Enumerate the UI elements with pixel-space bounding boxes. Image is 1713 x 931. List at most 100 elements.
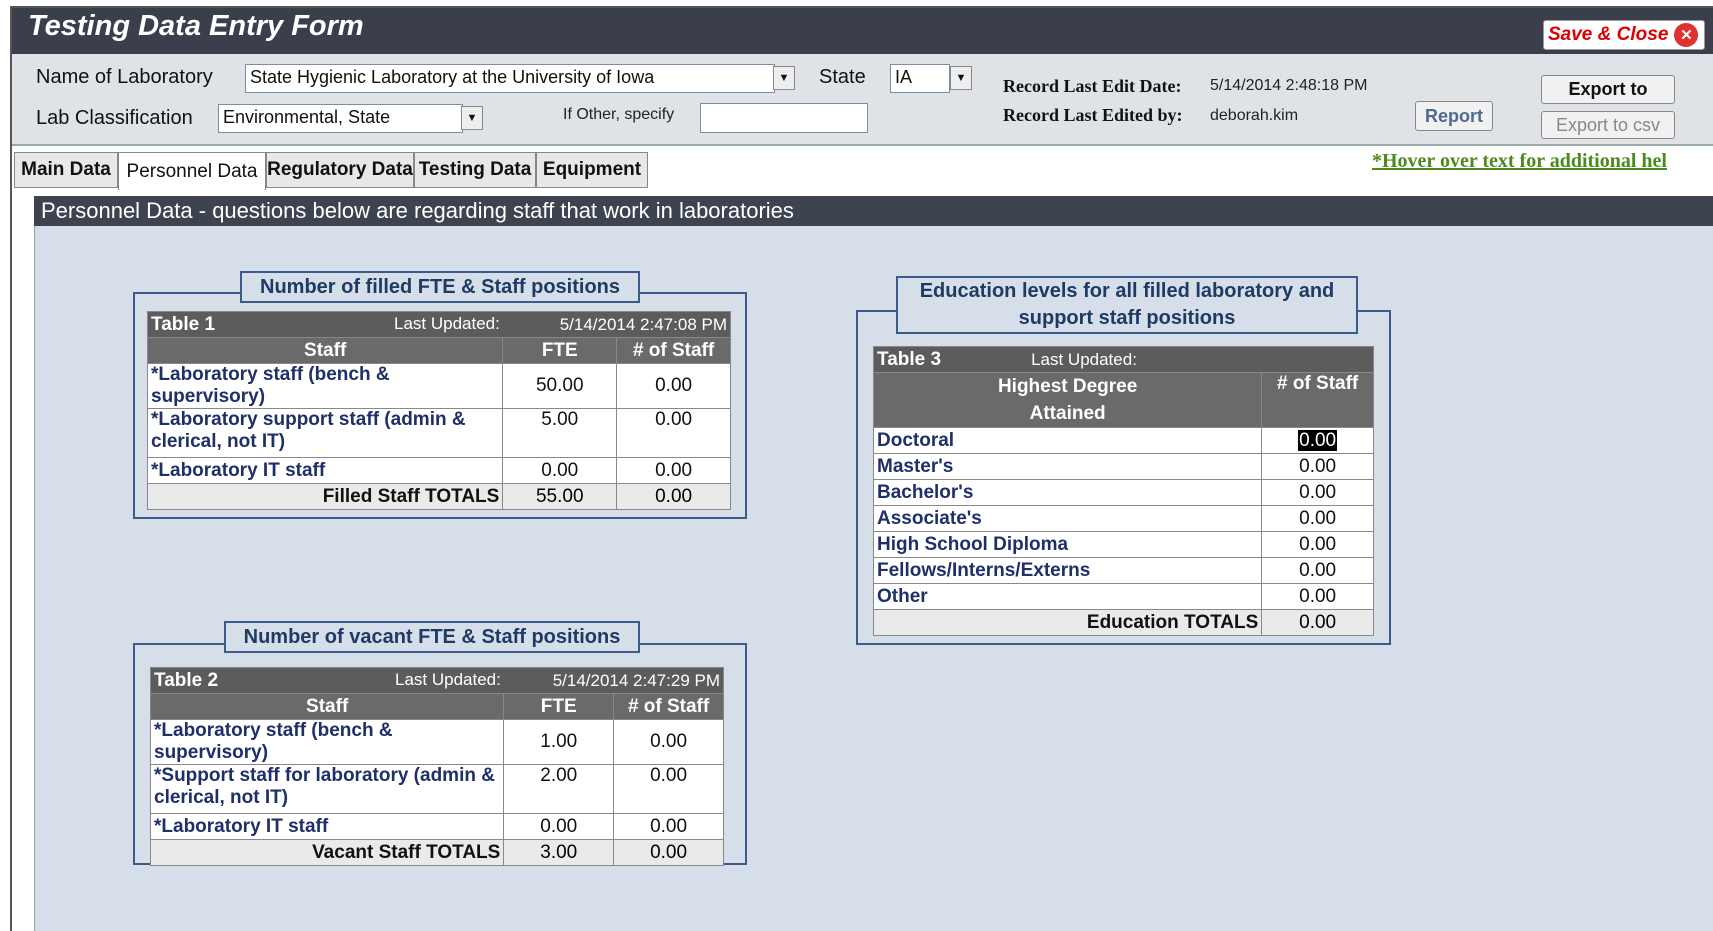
table-row: Doctoral 0.00 [872, 427, 1374, 454]
lab-class-label: Lab Classification [36, 107, 193, 129]
fte-cell[interactable]: 50.00 [502, 363, 618, 409]
table3: Table 3 Last Updated: Highest Degree Attai… [872, 346, 1374, 636]
table-row: *Laboratory IT staff 0.00 0.00 [149, 813, 724, 840]
table3-col-degree-line1: Highest Degree [997, 376, 1138, 397]
table2-title-row: Table 2 Last Updated: 5/14/2014 2:47:29 P… [149, 667, 724, 694]
table2-name: Table 2 [154, 669, 219, 691]
table2-last-updated-label: Last Updated: [394, 669, 501, 689]
tab-regulatory-data[interactable]: Regulatory Data [266, 152, 414, 188]
selected-value: 0.00 [1298, 429, 1338, 451]
lab-name-dropdown-icon[interactable]: ▼ [773, 66, 795, 90]
table-row: Other 0.00 [872, 583, 1374, 610]
count-cell[interactable]: 0.00 [613, 764, 724, 814]
state-label: State [819, 66, 866, 88]
count-cell[interactable]: 0.00 [1261, 557, 1374, 584]
table1-col-count: # of Staff [616, 337, 731, 364]
lab-name-combo[interactable]: State Hygienic Laboratory at the Univers… [245, 64, 775, 93]
lab-class-dropdown-icon[interactable]: ▼ [461, 106, 483, 130]
table1-title-row: Table 1 Last Updated: 5/14/2014 2:47:08 P… [146, 311, 731, 338]
table2-col-fte: FTE [503, 693, 615, 720]
table1-name: Table 1 [151, 313, 216, 335]
table3-group-title: Education levels for all filled laborato… [896, 276, 1358, 334]
table2: Table 2 Last Updated: 5/14/2014 2:47:29 P… [149, 667, 724, 866]
tab-main-data[interactable]: Main Data [14, 152, 118, 188]
fte-cell[interactable]: 5.00 [502, 408, 618, 458]
if-other-label: If Other, specify [563, 106, 675, 123]
total-count: 0.00 [616, 483, 731, 510]
table3-group-title-line2: support staff positions [1018, 307, 1236, 329]
fte-cell[interactable]: 0.00 [502, 457, 618, 484]
table-row: *Laboratory staff (bench & supervisory) … [149, 719, 724, 765]
fte-cell[interactable]: 1.00 [503, 719, 615, 765]
row-label: High School Diploma [872, 531, 1263, 558]
row-label: *Support staff for laboratory (admin & c… [149, 764, 505, 814]
row-label: *Laboratory staff (bench & supervisory) [146, 363, 504, 409]
count-cell[interactable]: 0.00 [616, 408, 731, 458]
state-dropdown-icon[interactable]: ▼ [950, 66, 972, 90]
form-title: Testing Data Entry Form [28, 10, 364, 42]
report-button[interactable]: Report [1415, 101, 1493, 131]
table3-total-row: Education TOTALS 0.00 [872, 609, 1374, 636]
table-row: Fellows/Interns/Externs 0.00 [872, 557, 1374, 584]
table3-col-degree: Highest Degree Attained [872, 372, 1263, 428]
table1: Table 1 Last Updated: 5/14/2014 2:47:08 P… [146, 311, 731, 510]
count-cell[interactable]: 0.00 [1261, 505, 1374, 532]
row-label: Bachelor's [872, 479, 1263, 506]
table1-last-updated-value: 5/14/2014 2:47:08 PM [502, 311, 731, 338]
lab-class-combo[interactable]: Environmental, State [218, 104, 463, 133]
row-label: *Laboratory staff (bench & supervisory) [149, 719, 505, 765]
count-cell[interactable]: 0.00 [1261, 531, 1374, 558]
last-edited-by-label: Record Last Edited by: [1003, 105, 1183, 125]
row-label: Other [872, 583, 1263, 610]
row-label: *Laboratory IT staff [146, 457, 504, 484]
row-label: Fellows/Interns/Externs [872, 557, 1263, 584]
table-row: *Laboratory staff (bench & supervisory) … [146, 363, 731, 409]
table2-total-row: Vacant Staff TOTALS 3.00 0.00 [149, 839, 724, 866]
save-close-button[interactable]: Save & Close ✕ [1543, 20, 1705, 50]
total-fte: 55.00 [502, 483, 618, 510]
count-cell[interactable]: 0.00 [613, 813, 724, 840]
export-to-button[interactable]: Export to [1541, 75, 1675, 104]
tab-equipment[interactable]: Equipment [536, 152, 648, 188]
if-other-input[interactable] [700, 103, 868, 133]
row-label: Master's [872, 453, 1263, 480]
save-close-label: Save & Close [1548, 24, 1669, 45]
close-icon: ✕ [1674, 23, 1699, 47]
count-cell[interactable]: 0.00 [1261, 479, 1374, 506]
table1-total-row: Filled Staff TOTALS 55.00 0.00 [146, 483, 731, 510]
table-row: Bachelor's 0.00 [872, 479, 1374, 506]
table3-last-updated-label: Last Updated: [1031, 349, 1137, 369]
count-cell[interactable]: 0.00 [616, 363, 731, 409]
row-label: *Laboratory support staff (admin & cleri… [146, 408, 504, 458]
fte-cell[interactable]: 2.00 [503, 764, 615, 814]
last-edit-date-label: Record Last Edit Date: [1003, 76, 1182, 96]
hover-help-note: *Hover over text for additional hel [1372, 150, 1667, 172]
count-cell[interactable]: 0.00 [1261, 427, 1374, 454]
total-count: 0.00 [1261, 609, 1374, 636]
count-cell[interactable]: 0.00 [613, 719, 724, 765]
table-row: High School Diploma 0.00 [872, 531, 1374, 558]
total-label: Education TOTALS [872, 609, 1263, 636]
count-cell[interactable]: 0.00 [1261, 583, 1374, 610]
row-label: *Laboratory IT staff [149, 813, 505, 840]
table3-group-title-line1: Education levels for all filled laborato… [919, 280, 1335, 302]
count-cell[interactable]: 0.00 [1261, 453, 1374, 480]
table2-header-row: Staff FTE # of Staff [149, 693, 724, 720]
table2-col-staff: Staff [149, 693, 505, 720]
export-csv-button[interactable]: Export to csv [1541, 111, 1675, 139]
table-row: *Laboratory IT staff 0.00 0.00 [146, 457, 731, 484]
fte-cell[interactable]: 0.00 [503, 813, 615, 840]
last-edit-date-value: 5/14/2014 2:48:18 PM [1210, 77, 1368, 94]
state-combo[interactable]: IA [890, 64, 950, 93]
table1-header-row: Staff FTE # of Staff [146, 337, 731, 364]
total-label: Filled Staff TOTALS [146, 483, 504, 510]
tab-testing-data[interactable]: Testing Data [414, 152, 536, 188]
count-cell[interactable]: 0.00 [616, 457, 731, 484]
table-row: Master's 0.00 [872, 453, 1374, 480]
lab-name-label: Name of Laboratory [36, 66, 213, 88]
table3-last-updated-value [1261, 346, 1374, 373]
table3-name: Table 3 [877, 348, 942, 370]
table-row: *Laboratory support staff (admin & cleri… [146, 408, 731, 458]
table3-title-row: Table 3 Last Updated: [872, 346, 1374, 373]
tab-personnel-data[interactable]: Personnel Data [118, 152, 266, 190]
